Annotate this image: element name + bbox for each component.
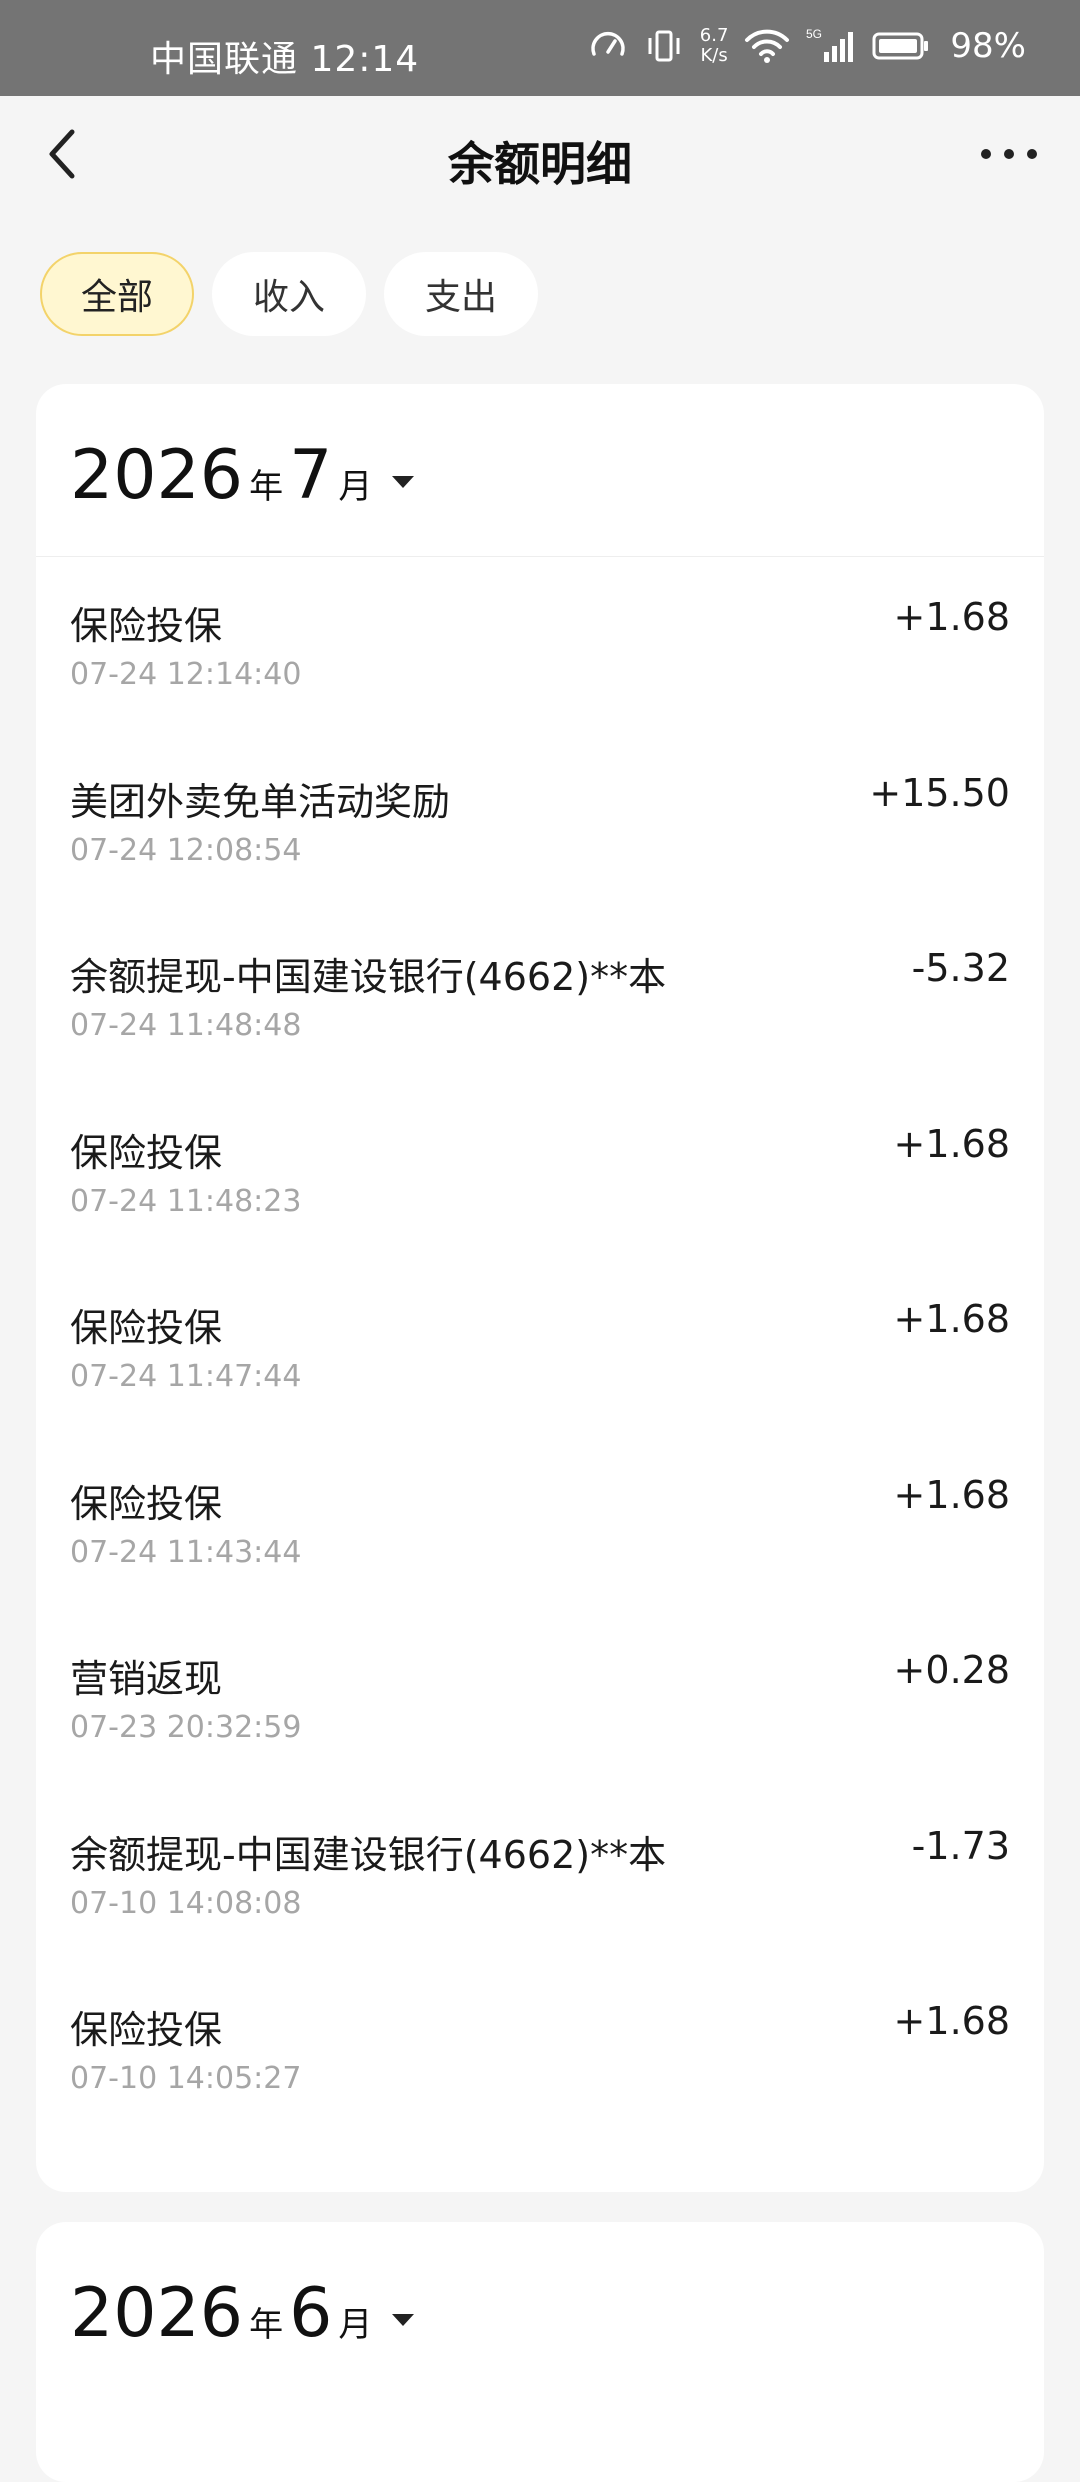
app-header: 余额明细: [0, 96, 1080, 216]
vibrate-icon: [644, 26, 684, 66]
status-bar: 中国联通 12:14 6.7 K/s 5G 98%: [0, 0, 1080, 96]
more-button[interactable]: [974, 130, 1044, 178]
transaction-title: 保险投保: [70, 1481, 223, 1526]
transaction-time: 07-24 11:48:23: [70, 1183, 302, 1219]
transaction-row[interactable]: 美团外卖免单活动奖励 07-24 12:08:54 +15.50: [36, 733, 1044, 909]
tab-income[interactable]: 收入: [212, 252, 366, 336]
transaction-row[interactable]: 余额提现-中国建设银行(4662)**本 07-10 14:08:08 -1.7…: [36, 1786, 1044, 1962]
transaction-row[interactable]: 保险投保 07-10 14:05:27 +1.68: [36, 1961, 1044, 2137]
transaction-time: 07-23 20:32:59: [70, 1710, 302, 1745]
transaction-row[interactable]: 营销返现 07-23 20:32:59 +0.28: [36, 1610, 1044, 1786]
transaction-title: 保险投保: [70, 1130, 223, 1175]
page-title: 余额明细: [448, 137, 632, 191]
transaction-title: 保险投保: [70, 604, 223, 648]
transaction-time: 07-24 12:14:40: [70, 657, 302, 692]
signal-icon: 5G: [806, 26, 856, 66]
month-suffix: 月: [338, 2305, 373, 2345]
year-value: 2026: [70, 436, 244, 515]
year-suffix: 年: [249, 467, 284, 507]
month-card-june: 2026 年 6 月: [36, 2222, 1044, 2482]
year-value: 2026: [70, 2274, 244, 2353]
transaction-title: 余额提现-中国建设银行(4662)**本: [70, 1832, 667, 1877]
transaction-amount: -1.73: [911, 1823, 1010, 1868]
transaction-amount: +1.68: [893, 1121, 1010, 1166]
transaction-title: 保险投保: [70, 1306, 223, 1350]
battery-icon: [872, 26, 930, 66]
month-selector[interactable]: 2026 年 6 月: [36, 2222, 1044, 2394]
caret-down-icon: [392, 475, 415, 488]
transaction-time: 07-24 12:08:54: [70, 832, 302, 868]
month-label: 2026 年 6 月: [70, 2274, 415, 2353]
transaction-title: 营销返现: [70, 1657, 223, 1701]
month-suffix: 月: [338, 467, 373, 507]
transaction-amount: +15.50: [869, 770, 1010, 815]
transaction-row[interactable]: 余额提现-中国建设银行(4662)**本 07-24 11:48:48 -5.3…: [36, 908, 1044, 1084]
month-label: 2026 年 7 月: [70, 436, 415, 515]
transaction-list: 保险投保 07-24 12:14:40 +1.68 美团外卖免单活动奖励 07-…: [36, 557, 1044, 2137]
net-speed: 6.7 K/s: [700, 26, 729, 66]
transaction-row[interactable]: 保险投保 07-24 11:43:44 +1.68: [36, 1435, 1044, 1611]
battery-percent: 98%: [950, 26, 1026, 66]
status-icons: 6.7 K/s 5G 98%: [588, 26, 1026, 66]
wifi-icon: [744, 26, 790, 66]
more-dots-icon: [981, 149, 1037, 159]
net-speed-value: 6.7: [699, 25, 729, 46]
speedometer-icon: [588, 26, 628, 66]
month-value: 7: [289, 436, 333, 515]
transaction-amount: +0.28: [893, 1648, 1010, 1692]
transaction-title: 美团外卖免单活动奖励: [70, 779, 451, 824]
tab-all[interactable]: 全部: [40, 252, 194, 336]
transaction-row[interactable]: 保险投保 07-24 11:48:23 +1.68: [36, 1084, 1044, 1260]
transaction-amount: +1.68: [893, 1297, 1010, 1341]
caret-down-icon: [392, 2313, 415, 2326]
transaction-title: 保险投保: [70, 2008, 223, 2052]
month-card-july: 2026 年 7 月 保险投保 07-24 12:14:40 +1.68 美团外…: [36, 384, 1044, 2192]
transaction-time: 07-24 11:43:44: [70, 1534, 302, 1570]
network-type: 5G: [806, 27, 822, 41]
transaction-amount: +1.68: [893, 595, 1010, 639]
transaction-amount: +1.68: [893, 1472, 1010, 1517]
year-suffix: 年: [249, 2305, 284, 2345]
tab-expense[interactable]: 支出: [384, 252, 538, 336]
net-speed-unit: K/s: [700, 45, 728, 66]
transaction-amount: -5.32: [911, 946, 1010, 990]
transaction-row[interactable]: 保险投保 07-24 11:47:44 +1.68: [36, 1259, 1044, 1435]
transaction-amount: +1.68: [893, 1999, 1010, 2043]
filter-tabs: 全部 收入 支出: [40, 252, 538, 336]
transaction-time: 07-10 14:08:08: [70, 1885, 302, 1921]
transaction-title: 余额提现-中国建设银行(4662)**本: [70, 955, 667, 999]
transaction-time: 07-24 11:48:48: [70, 1008, 302, 1043]
transaction-time: 07-10 14:05:27: [70, 2061, 302, 2096]
month-selector[interactable]: 2026 年 7 月: [36, 384, 1044, 557]
transaction-time: 07-24 11:47:44: [70, 1359, 302, 1394]
carrier-time: 中国联通 12:14: [150, 39, 420, 80]
month-value: 6: [289, 2274, 333, 2353]
transaction-row[interactable]: 保险投保 07-24 12:14:40 +1.68: [36, 557, 1044, 733]
